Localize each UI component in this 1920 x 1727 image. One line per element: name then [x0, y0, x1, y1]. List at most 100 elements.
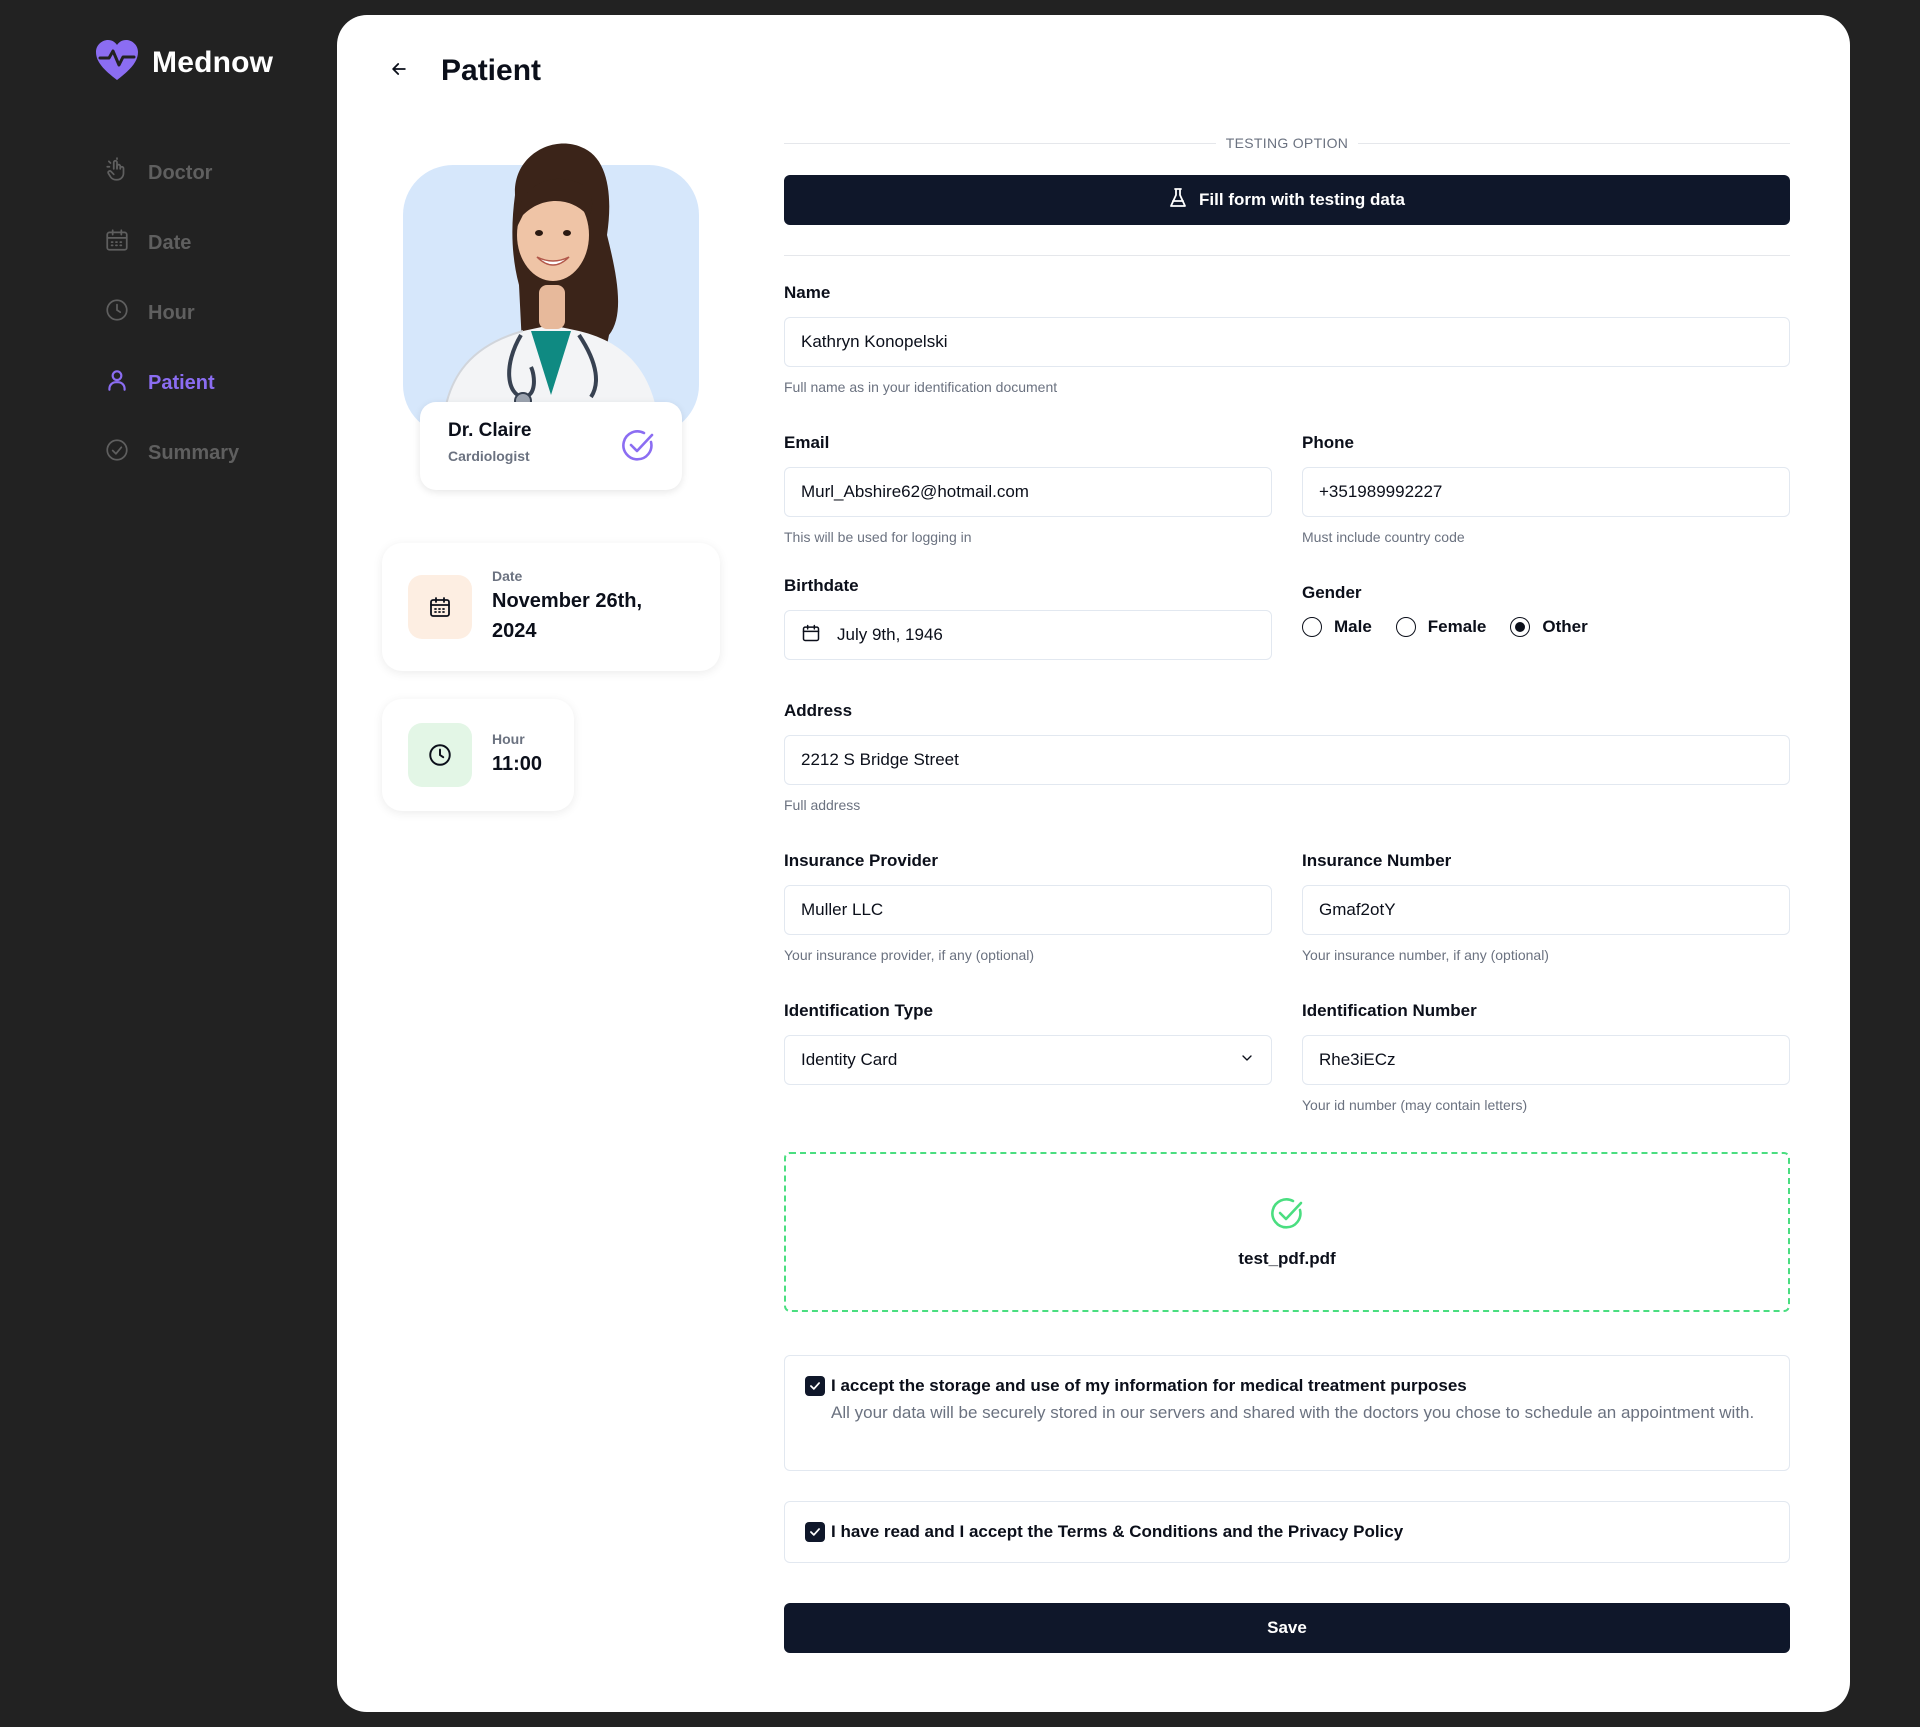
name-input[interactable]: Kathryn Konopelski — [784, 317, 1790, 367]
birthdate-input[interactable]: July 9th, 1946 — [784, 610, 1272, 660]
sidebar: Mednow Doctor Date Hour Patient Summary — [0, 0, 337, 1727]
name-label: Name — [784, 283, 831, 302]
check-circle-icon — [1269, 1196, 1305, 1237]
calendar-icon — [801, 623, 821, 648]
insurance-provider-field: Insurance Provider Muller LLC Your insur… — [784, 851, 1272, 963]
appointment-hour-card: Hour 11:00 — [382, 699, 574, 811]
hour-label: Hour — [492, 731, 525, 747]
sidebar-item-label: Date — [148, 231, 192, 254]
date-value: November 26th, 2024 — [492, 586, 642, 646]
check-circle-icon — [104, 437, 130, 469]
identification-type-select[interactable]: Identity Card — [784, 1035, 1272, 1085]
fill-testing-data-label: Fill form with testing data — [1199, 190, 1405, 209]
calendar-icon — [104, 227, 130, 259]
page-header: Patient — [381, 53, 541, 89]
birthdate-label: Birthdate — [784, 576, 859, 595]
date-value-line2: 2024 — [492, 620, 537, 642]
gender-option-label: Female — [1427, 617, 1487, 636]
hour-value: 11:00 — [492, 753, 543, 775]
brand[interactable]: Mednow — [94, 38, 273, 87]
consent-terms-checkbox[interactable] — [805, 1522, 825, 1542]
page-title: Patient — [441, 54, 542, 87]
insurance-provider-hint: Your insurance provider, if any (optiona… — [784, 947, 1035, 963]
phone-input[interactable]: +351989992227 — [1302, 467, 1790, 517]
doctor-card: Dr. Claire Cardiologist — [420, 402, 682, 490]
sidebar-nav: Doctor Date Hour Patient Summary — [104, 138, 239, 488]
consent-storage-text: I accept the storage and use of my infor… — [831, 1376, 1754, 1470]
insurance-number-field: Insurance Number Gmaf2otY Your insurance… — [1302, 851, 1790, 963]
email-hint: This will be used for logging in — [784, 529, 972, 545]
user-icon — [104, 367, 130, 399]
consent-storage: I accept the storage and use of my infor… — [784, 1355, 1790, 1471]
doctor-portrait — [442, 143, 659, 425]
hour-info: Hour 11:00 — [492, 731, 542, 779]
hand-pointer-icon — [104, 157, 130, 189]
verified-check-icon — [620, 428, 656, 469]
file-upload-dropzone[interactable]: test_pdf.pdf — [784, 1152, 1790, 1312]
identification-number-input[interactable]: Rhe3iECz — [1302, 1035, 1790, 1085]
name-field: Name Kathryn Konopelski Full name as in … — [784, 283, 1790, 395]
divider — [784, 255, 1790, 256]
birthdate-field: Birthdate July 9th, 1946 — [784, 576, 1272, 660]
identification-type-value: Identity Card — [801, 1050, 898, 1069]
consent-storage-description: All your data will be securely stored in… — [831, 1403, 1755, 1422]
gender-radio-female[interactable] — [1395, 617, 1416, 637]
identification-number-label: Identification Number — [1302, 1001, 1477, 1020]
insurance-number-input[interactable]: Gmaf2otY — [1302, 885, 1790, 935]
identification-number-field: Identification Number Rhe3iECz Your id n… — [1302, 1001, 1790, 1113]
phone-hint: Must include country code — [1302, 529, 1465, 545]
gender-radio-group: Male Female Other — [1302, 617, 1790, 637]
gender-option-label: Male — [1334, 617, 1372, 636]
brand-name: Mednow — [152, 45, 274, 79]
date-info: Date November 26th, 2024 — [492, 568, 642, 646]
heart-pulse-icon — [94, 38, 140, 87]
address-hint: Full address — [784, 797, 861, 813]
appointment-date-card: Date November 26th, 2024 — [382, 543, 720, 671]
gender-radio-male[interactable] — [1302, 617, 1322, 637]
save-button[interactable]: Save — [784, 1603, 1790, 1653]
main-panel: Patient Dr. Claire Cardiologist Date Nov… — [337, 15, 1850, 1712]
date-value-line1: November 26th, — [492, 590, 643, 612]
gender-radio-other[interactable] — [1510, 617, 1531, 637]
gender-label: Gender — [1302, 583, 1362, 602]
calendar-icon — [408, 575, 472, 639]
gender-field: Gender Male Female Other — [1302, 583, 1790, 637]
identification-type-field: Identification Type Identity Card — [784, 1001, 1272, 1085]
testing-option-divider: TESTING OPTION — [784, 135, 1790, 151]
sidebar-item-label: Patient — [148, 371, 215, 394]
insurance-provider-label: Insurance Provider — [784, 851, 939, 870]
sidebar-item-label: Doctor — [148, 161, 213, 184]
insurance-number-hint: Your insurance number, if any (optional) — [1302, 947, 1549, 963]
chevron-down-icon — [1239, 1050, 1255, 1071]
insurance-number-label: Insurance Number — [1302, 851, 1452, 870]
sidebar-item-hour[interactable]: Hour — [104, 278, 239, 348]
name-hint: Full name as in your identification docu… — [784, 379, 1058, 395]
identification-type-label: Identification Type — [784, 1001, 933, 1020]
insurance-provider-input[interactable]: Muller LLC — [784, 885, 1272, 935]
consent-storage-title: I accept the storage and use of my infor… — [831, 1376, 1467, 1395]
sidebar-item-doctor[interactable]: Doctor — [104, 138, 239, 208]
sidebar-item-summary[interactable]: Summary — [104, 418, 239, 488]
email-field: Email Murl_Abshire62@hotmail.com This wi… — [784, 433, 1272, 545]
testing-option-label: TESTING OPTION — [1225, 135, 1349, 151]
sidebar-item-patient[interactable]: Patient — [104, 348, 239, 418]
sidebar-item-date[interactable]: Date — [104, 208, 239, 278]
address-field: Address 2212 S Bridge Street Full addres… — [784, 701, 1790, 813]
sidebar-item-label: Hour — [148, 301, 195, 324]
consent-storage-checkbox[interactable] — [805, 1376, 825, 1396]
address-input[interactable]: 2212 S Bridge Street — [784, 735, 1790, 785]
phone-field: Phone +351989992227 Must include country… — [1302, 433, 1790, 545]
fill-testing-data-button[interactable]: Fill form with testing data — [784, 175, 1790, 225]
identification-number-hint: Your id number (may contain letters) — [1302, 1097, 1528, 1113]
gender-option-label: Other — [1542, 617, 1588, 636]
consent-terms-title: I have read and I accept the Terms & Con… — [831, 1522, 1404, 1541]
clock-icon — [104, 297, 130, 329]
uploaded-file-name: test_pdf.pdf — [1238, 1248, 1336, 1268]
email-label: Email — [784, 433, 830, 452]
date-label: Date — [492, 568, 523, 584]
doctor-photo — [403, 135, 699, 435]
back-button[interactable] — [381, 53, 417, 89]
email-input[interactable]: Murl_Abshire62@hotmail.com — [784, 467, 1272, 517]
arrow-left-icon — [389, 59, 409, 84]
address-label: Address — [784, 701, 853, 720]
